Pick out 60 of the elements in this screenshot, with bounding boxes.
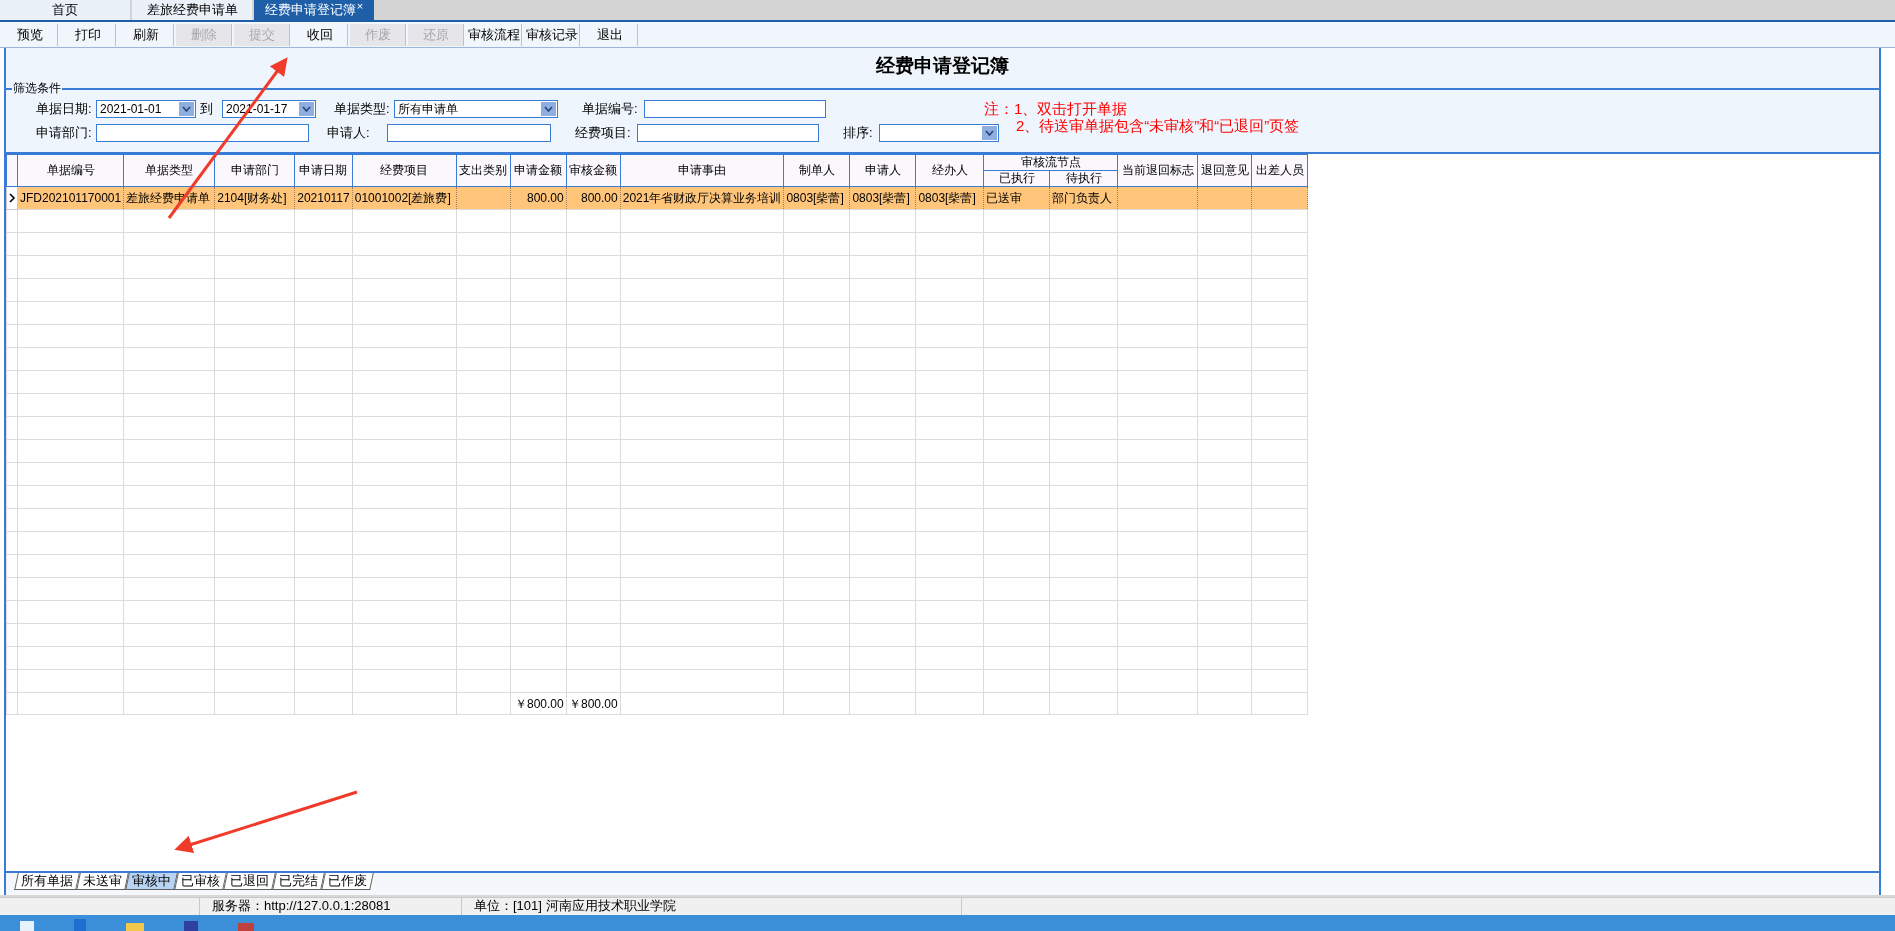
field-label: 申请人: xyxy=(327,124,371,143)
dropdown[interactable] xyxy=(879,124,999,142)
input-field[interactable] xyxy=(387,124,551,142)
column-header[interactable]: 经办人 xyxy=(915,154,984,187)
tab[interactable]: 经费申请登记簿× xyxy=(254,0,374,20)
dropdown[interactable]: 2021-01-01 xyxy=(96,100,196,118)
field-label: 单据类型: xyxy=(334,100,391,119)
total-cell: ￥800.00 xyxy=(566,692,621,715)
column-header[interactable]: 支出类别 xyxy=(456,154,511,187)
tab[interactable]: 首页 xyxy=(0,0,130,20)
field-label: 申请部门: xyxy=(36,124,93,143)
column-header[interactable]: 申请金额 xyxy=(510,154,567,187)
close-icon[interactable]: × xyxy=(356,1,364,11)
toolbar-button[interactable]: 收回 xyxy=(292,23,348,46)
toolbar-button[interactable]: 预览 xyxy=(2,23,58,46)
note-text: 注：1、双击打开单据 xyxy=(984,100,1128,117)
toolbar-button[interactable]: 退出 xyxy=(582,23,638,46)
group-legend: 筛选条件 xyxy=(12,81,62,95)
table-cell: 2021年省财政厅决算业务培训 xyxy=(620,186,784,210)
column-header[interactable]: 出差人员 xyxy=(1251,154,1308,187)
toolbar-button[interactable]: 审核记录 xyxy=(524,23,580,46)
tab[interactable]: 已作废 xyxy=(321,873,374,890)
toolbar-button[interactable]: 审核流程 xyxy=(466,23,522,46)
row-pointer-icon xyxy=(9,193,16,203)
column-header[interactable]: 退回意见 xyxy=(1197,154,1252,187)
field-label: 排序: xyxy=(843,124,874,143)
field-label: 单据编号: xyxy=(582,100,639,119)
note-text: 2、待送审单据包含“未审核”和“已退回”页签 xyxy=(1016,117,1300,134)
field-label: 经费项目: xyxy=(575,124,632,143)
column-header[interactable]: 审核流节点 xyxy=(983,154,1118,171)
column-header[interactable]: 申请人 xyxy=(849,154,916,187)
input-field[interactable] xyxy=(644,100,826,118)
toolbar-button[interactable]: 打印 xyxy=(60,23,116,46)
dropdown[interactable]: 所有申请单 xyxy=(394,100,558,118)
tab[interactable]: 未送审 xyxy=(76,873,129,890)
table-cell: JFD202101170001 xyxy=(17,186,124,210)
field-label: 到 xyxy=(200,100,214,119)
total-cell: ￥800.00 xyxy=(510,692,567,715)
page-title: 经费申请登记簿 xyxy=(875,54,1010,78)
column-header[interactable]: 制单人 xyxy=(783,154,850,187)
input-field[interactable] xyxy=(637,124,819,142)
tab[interactable]: 已审核 xyxy=(174,873,227,890)
tab[interactable]: 已完结 xyxy=(272,873,325,890)
column-header[interactable]: 单据编号 xyxy=(17,154,124,187)
column-header[interactable]: 当前退回标志 xyxy=(1117,154,1198,187)
tab[interactable]: 已退回 xyxy=(223,873,276,890)
field-label: 单据日期: xyxy=(36,100,93,119)
toolbar-button[interactable]: 刷新 xyxy=(118,23,174,46)
table-cell: 部门负责人 xyxy=(1049,186,1118,210)
column-header[interactable]: 经费项目 xyxy=(352,154,457,187)
table-cell: 01001002[差旅费] xyxy=(352,186,457,210)
column-header[interactable]: 单据类型 xyxy=(123,154,215,187)
column-header[interactable]: 申请日期 xyxy=(294,154,353,187)
column-header[interactable]: 申请部门 xyxy=(214,154,295,187)
input-field[interactable] xyxy=(96,124,309,142)
column-header[interactable]: 审核金额 xyxy=(566,154,621,187)
tab[interactable]: 审核中 xyxy=(125,873,178,890)
tab[interactable]: 差旅经费申请单 xyxy=(132,0,252,20)
tab[interactable]: 所有单据 xyxy=(14,873,80,890)
column-header[interactable]: 申请事由 xyxy=(620,154,784,187)
